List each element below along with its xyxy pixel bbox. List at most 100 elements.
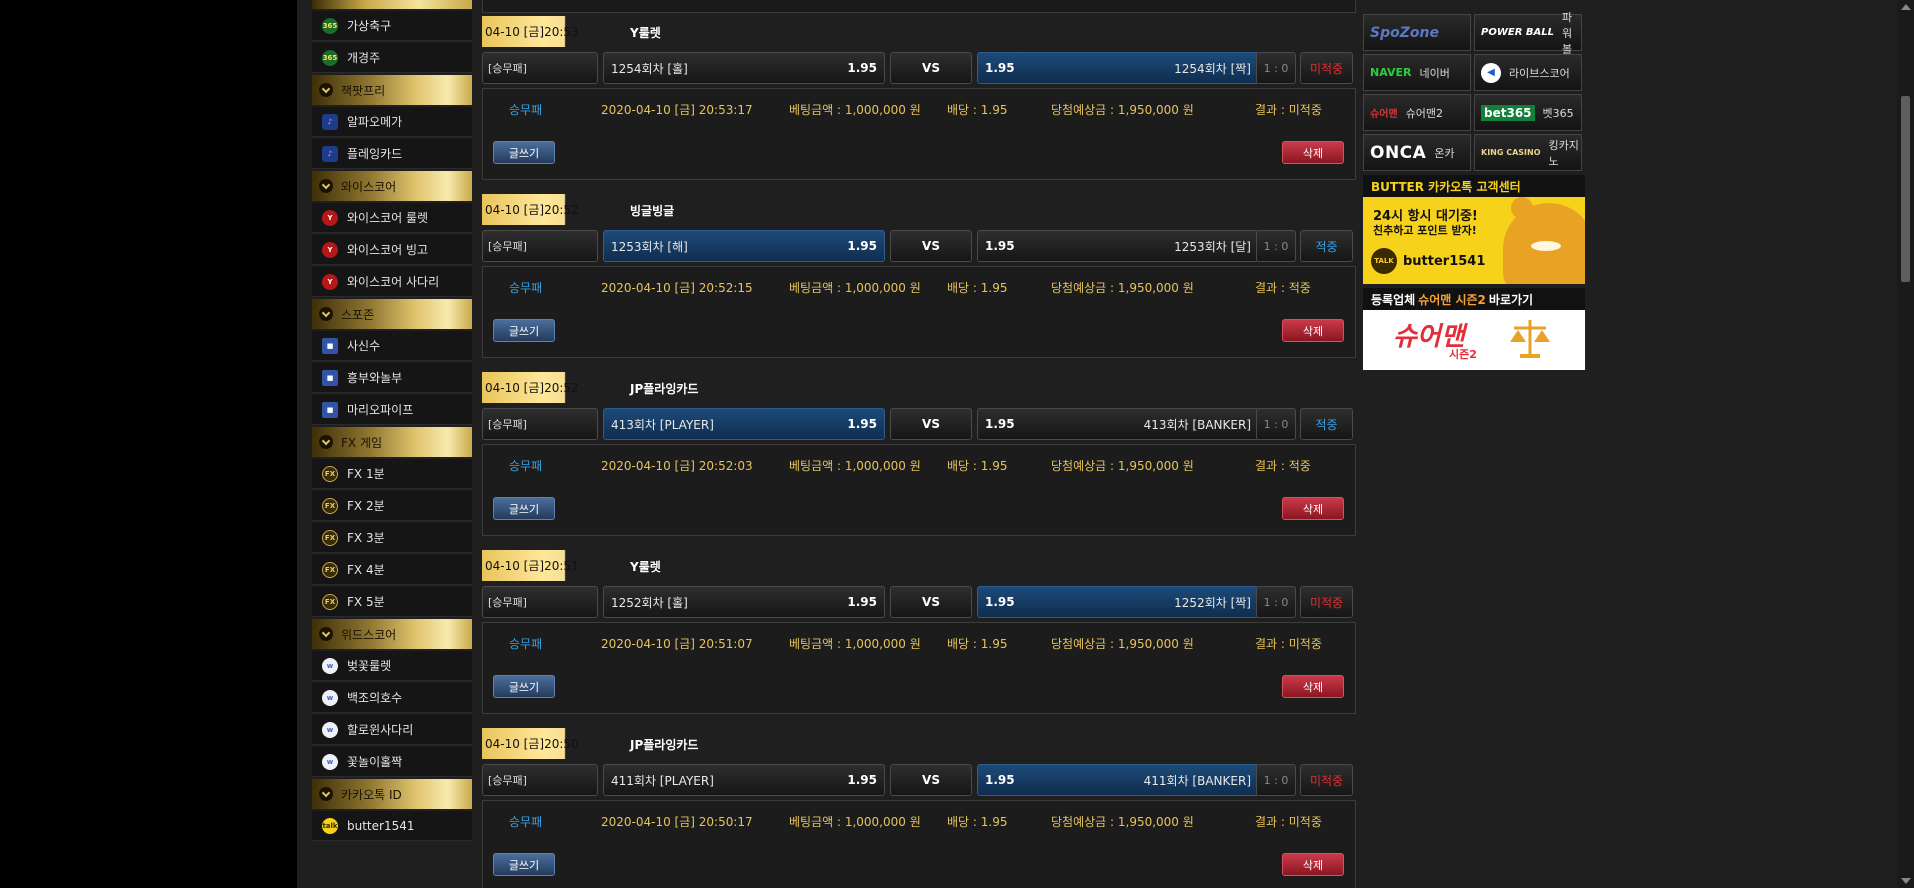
partner-link[interactable]: bet365 벳365 xyxy=(1474,94,1582,131)
bet-date-tab: 04-10 [금]20:53 xyxy=(482,16,592,47)
home-option-cell[interactable]: 1253회차 [해] 1.95 xyxy=(603,230,885,262)
partner-link[interactable]: NAVER 네이버 xyxy=(1363,54,1471,91)
status-badge: 적중 xyxy=(1300,230,1353,262)
partner-link[interactable]: ONCA 온카 xyxy=(1363,134,1471,171)
home-option-cell[interactable]: 411회차 [PLAYER] 1.95 xyxy=(603,764,885,796)
sidebar-section-header[interactable]: 위드스코어 xyxy=(312,619,472,649)
sidebar-item[interactable]: Y 와이스코어 룰렛 xyxy=(312,203,472,233)
scroll-up-arrow-icon[interactable] xyxy=(1901,4,1911,10)
sidebar-section-header[interactable]: 잭팟프리 xyxy=(312,75,472,105)
write-post-button[interactable]: 글쓰기 xyxy=(493,141,555,164)
withscore-icon: w xyxy=(322,689,338,706)
write-post-button[interactable]: 글쓰기 xyxy=(493,853,555,876)
kakao-support-banner[interactable]: BUTTER 카카오톡 고객센터 24시 항시 대기중! 친추하고 포인트 받자… xyxy=(1363,175,1585,284)
detail-odds: 배당 : 1.95 xyxy=(947,637,1008,651)
detail-bet-type: 승무패 xyxy=(509,103,543,117)
sidebar-item[interactable]: 365 가상축구 xyxy=(312,11,472,41)
score-cell: 1 : 0 xyxy=(1256,230,1296,262)
chevron-down-icon xyxy=(319,307,333,321)
partner-label: 슈어맨2 xyxy=(1405,106,1443,120)
bet-row: [승무패] 1254회차 [홀] 1.95 VS 1.95 1254회차 [짝]… xyxy=(482,52,1356,84)
detail-odds: 배당 : 1.95 xyxy=(947,815,1008,829)
sidebar-item[interactable]: FX FX 1분 xyxy=(312,459,472,489)
partner-label: 킹카지노 xyxy=(1548,138,1579,168)
sidebar-section-header[interactable]: 스포존 xyxy=(312,299,472,329)
sidebar-item[interactable]: FX FX 4분 xyxy=(312,555,472,585)
home-option-cell[interactable]: 1254회차 [홀] 1.95 xyxy=(603,52,885,84)
sidebar-item[interactable]: FX FX 2분 xyxy=(312,491,472,521)
sidebar-item[interactable]: talk butter1541 xyxy=(312,811,472,841)
delete-button[interactable]: 삭제 xyxy=(1282,675,1344,698)
sidebar-item[interactable]: FX FX 3분 xyxy=(312,523,472,553)
sidebar-item[interactable]: w 꽃놀이홀짝 xyxy=(312,747,472,777)
sidebar-item[interactable]: w 백조의호수 xyxy=(312,683,472,713)
home-option-cell[interactable]: 413회차 [PLAYER] 1.95 xyxy=(603,408,885,440)
detail-expected-win: 당첨예상금 : 1,950,000 원 xyxy=(1051,281,1194,295)
vertical-scrollbar[interactable] xyxy=(1897,0,1914,888)
kakaotalk-icon: TALK xyxy=(1371,248,1397,274)
delete-button[interactable]: 삭제 xyxy=(1282,497,1344,520)
detail-bet-type: 승무패 xyxy=(509,637,543,651)
sidebar-section-header[interactable]: FX 게임 xyxy=(312,427,472,457)
detail-bet-type: 승무패 xyxy=(509,281,543,295)
sidebar-item[interactable]: ♪ 알파오메가 xyxy=(312,107,472,137)
detail-result: 결과 : 적중 xyxy=(1255,281,1311,295)
scroll-down-arrow-icon[interactable] xyxy=(1901,878,1911,884)
partner-link[interactable]: 슈어맨 슈어맨2 xyxy=(1363,94,1471,131)
spozone-icon: ■ xyxy=(322,337,338,354)
bet-type-cell: [승무패] xyxy=(482,408,598,440)
score-cell: 1 : 0 xyxy=(1256,408,1296,440)
away-option-cell[interactable]: 1.95 1252회차 [짝] xyxy=(977,586,1259,618)
write-post-button[interactable]: 글쓰기 xyxy=(493,319,555,342)
sidebar-item[interactable]: w 할로윈사다리 xyxy=(312,715,472,745)
sidebar-section-header[interactable]: 와이스코어 xyxy=(312,171,472,201)
sidebar-item[interactable]: FX FX 5분 xyxy=(312,587,472,617)
delete-button[interactable]: 삭제 xyxy=(1282,853,1344,876)
sidebar-item-label: 와이스코어 빙고 xyxy=(347,243,429,257)
bet-type-cell: [승무패] xyxy=(482,586,598,618)
partner-link[interactable]: ◀ 라이브스코어 xyxy=(1474,54,1582,91)
bet-detail-line: 승무패 2020-04-10 [금] 20:52:15 베팅금액 : 1,000… xyxy=(483,279,1355,295)
bet365-icon: 365 xyxy=(322,17,338,34)
jackpot-icon: ♪ xyxy=(322,145,338,162)
home-option-cell[interactable]: 1252회차 [홀] 1.95 xyxy=(603,586,885,618)
fx-icon: FX xyxy=(322,593,338,610)
away-option-cell[interactable]: 1.95 1254회차 [짝] xyxy=(977,52,1259,84)
away-option-cell[interactable]: 1.95 413회차 [BANKER] xyxy=(977,408,1259,440)
jackpot-icon: ♪ xyxy=(322,113,338,130)
write-post-button[interactable]: 글쓰기 xyxy=(493,497,555,520)
yscore-icon: Y xyxy=(322,209,338,226)
sidebar-item[interactable]: ■ 사신수 xyxy=(312,331,472,361)
sidebar-item[interactable]: ■ 흥부와놀부 xyxy=(312,363,472,393)
delete-button[interactable]: 삭제 xyxy=(1282,319,1344,342)
vs-cell: VS xyxy=(890,408,972,440)
sidebar-item-label: 카카오톡 ID xyxy=(341,787,402,802)
sidebar-item[interactable]: Y 와이스코어 사다리 xyxy=(312,267,472,297)
partner-link[interactable]: SpoZone xyxy=(1363,14,1471,51)
bet-detail-line: 승무패 2020-04-10 [금] 20:50:17 베팅금액 : 1,000… xyxy=(483,813,1355,829)
sureman-shop-banner[interactable]: 등록업체 슈어맨 시즌2 바로가기 슈어맨 시즌2 xyxy=(1363,288,1585,370)
sidebar-item[interactable]: w 벚꽃룰렛 xyxy=(312,651,472,681)
detail-time: 2020-04-10 [금] 20:52:03 xyxy=(601,459,753,473)
detail-amount: 베팅금액 : 1,000,000 원 xyxy=(789,637,921,651)
fx-icon: FX xyxy=(322,529,338,546)
partner-link[interactable]: KING CASINO 킹카지노 xyxy=(1474,134,1582,171)
sidebar-section-header[interactable]: 카카오톡 ID xyxy=(312,779,472,809)
sidebar-item-label: 흥부와놀부 xyxy=(347,371,403,385)
sidebar-item[interactable]: ♪ 플레잉카드 xyxy=(312,139,472,169)
delete-button[interactable]: 삭제 xyxy=(1282,141,1344,164)
vs-cell: VS xyxy=(890,230,972,262)
scrollbar-thumb[interactable] xyxy=(1901,96,1910,282)
detail-odds: 배당 : 1.95 xyxy=(947,281,1008,295)
sidebar-item[interactable]: ■ 마리오파이프 xyxy=(312,395,472,425)
away-option-cell[interactable]: 1.95 411회차 [BANKER] xyxy=(977,764,1259,796)
write-post-button[interactable]: 글쓰기 xyxy=(493,675,555,698)
sidebar-item-label: 마리오파이프 xyxy=(347,403,414,417)
bet-detail-line: 승무패 2020-04-10 [금] 20:53:17 베팅금액 : 1,000… xyxy=(483,101,1355,117)
shop-title-prefix: 등록업체 xyxy=(1371,292,1416,307)
partner-link[interactable]: POWER BALL 파워볼 xyxy=(1474,11,1582,56)
sidebar-item[interactable]: Y 와이스코어 빙고 xyxy=(312,235,472,265)
sidebar-item[interactable]: 365 개경주 xyxy=(312,43,472,73)
away-option-cell[interactable]: 1.95 1253회차 [달] xyxy=(977,230,1259,262)
sidebar-item-label: FX 1분 xyxy=(347,467,385,481)
